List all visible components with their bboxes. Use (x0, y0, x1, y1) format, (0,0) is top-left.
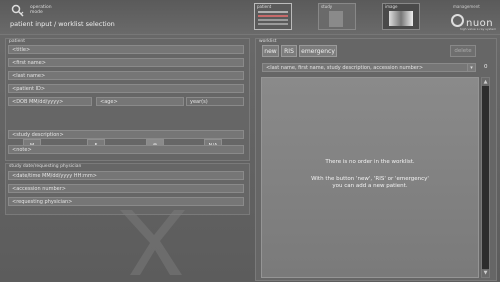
patient-id-field[interactable]: <patient ID> (8, 84, 244, 93)
operation-mode-label: operation mode (30, 5, 52, 15)
accession-number-field[interactable]: <accession number> (8, 184, 244, 193)
first-name-field[interactable]: <first name> (8, 58, 244, 67)
age-field[interactable]: <age> (96, 97, 184, 106)
last-name-field[interactable]: <last name> (8, 71, 244, 80)
age-unit-field: year(s) (186, 97, 244, 106)
empty-message-line-1: There is no order in the worklist. (325, 159, 415, 165)
new-button[interactable]: new (262, 45, 279, 57)
empty-message-line-3: you can add a new patient. (332, 183, 408, 189)
search-dropdown-icon[interactable]: ▾ (467, 63, 476, 72)
management-label[interactable]: management (453, 4, 480, 9)
body-figure-icon (329, 11, 343, 27)
scrollbar-thumb[interactable] (482, 86, 489, 269)
image-screen-thumbnail[interactable]: image (382, 3, 420, 30)
emergency-button[interactable]: emergency (299, 45, 337, 57)
dob-field[interactable]: <DOB MM/dd/yyyy> (8, 97, 92, 106)
study-datetime-field[interactable]: <date/time MM/dd/yyyy HH:mm> (8, 171, 244, 180)
study-screen-thumbnail[interactable]: study (318, 3, 356, 30)
key-icon[interactable] (11, 4, 25, 18)
xray-image-icon (389, 11, 413, 26)
ris-button[interactable]: RIS (281, 45, 297, 57)
patient-section-label: patient (9, 39, 26, 44)
thumb-line (258, 15, 288, 17)
study-description-field[interactable]: <study description> (8, 130, 244, 139)
app-window: operation mode patient input / worklist … (0, 0, 500, 282)
scroll-down-icon[interactable]: ▼ (482, 269, 489, 277)
study-section-label: study date/requesting physician (9, 164, 82, 169)
delete-button[interactable]: delete (450, 45, 476, 57)
page-title: patient input / worklist selection (10, 20, 115, 28)
thumb-line (258, 23, 288, 25)
worklist-count: 0 (484, 64, 488, 70)
x-watermark-icon (120, 210, 185, 275)
scroll-up-icon[interactable]: ▲ (482, 78, 489, 86)
thumb-line (258, 19, 288, 21)
header-bar: operation mode patient input / worklist … (0, 0, 500, 35)
logo-subtitle: high value x-ray system (460, 27, 497, 31)
image-thumb-label: image (385, 4, 398, 9)
patient-screen-thumbnail[interactable]: patient (254, 3, 292, 30)
note-field[interactable]: <note> (8, 145, 244, 154)
logo-ring-icon (451, 14, 464, 27)
empty-message-line-2: With the button 'new', 'RIS' or 'emergen… (311, 176, 429, 182)
title-field[interactable]: <title> (8, 45, 244, 54)
patient-thumb-label: patient (257, 4, 272, 9)
thumb-line (258, 11, 288, 13)
worklist-section-label: worklist (259, 39, 277, 44)
study-thumb-label: study (321, 4, 333, 9)
worklist-search-input[interactable]: <last name, first name, study descriptio… (262, 63, 468, 72)
